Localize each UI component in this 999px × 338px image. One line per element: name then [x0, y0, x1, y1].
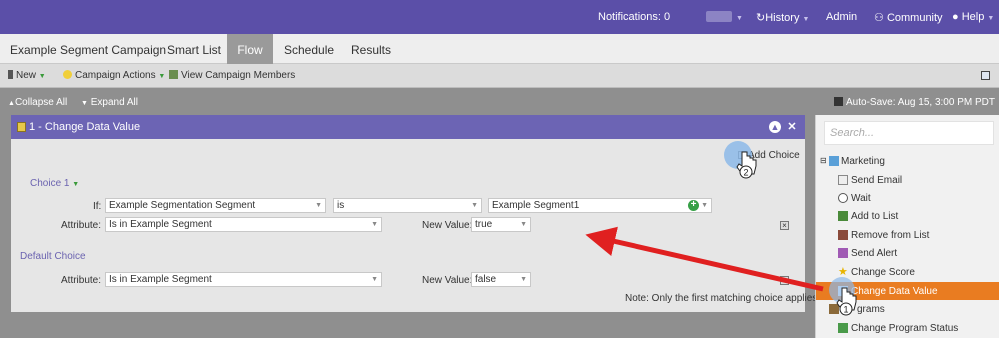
red-arrow: [585, 226, 824, 292]
annotation-overlay: 2 1: [585, 141, 857, 316]
callout-1-number: 1: [843, 305, 848, 315]
callout-2-number: 2: [743, 168, 748, 178]
